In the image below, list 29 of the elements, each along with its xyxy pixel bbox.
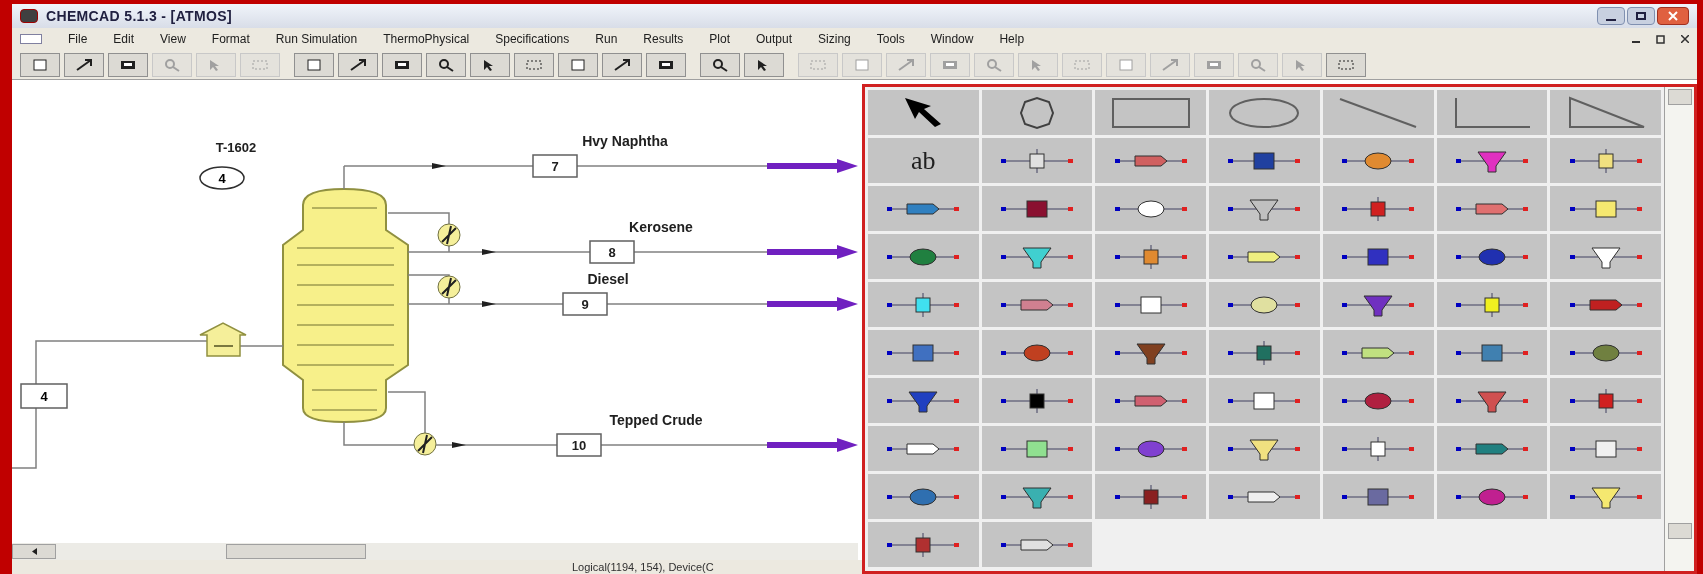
- menu-item[interactable]: View: [160, 30, 186, 48]
- menu-item[interactable]: Window: [930, 30, 974, 48]
- menu-item[interactable]: File: [68, 30, 88, 48]
- menu-item[interactable]: Plot: [709, 30, 730, 48]
- menu-item[interactable]: Run Simulation: [275, 30, 358, 48]
- menu-item[interactable]: Results: [643, 30, 684, 48]
- menu-item[interactable]: ThermoPhysical: [383, 30, 470, 48]
- stream-label: Tepped Crude: [609, 412, 703, 428]
- stream-number-tag: 9: [562, 292, 608, 316]
- palette-tool-button[interactable]: ab: [868, 138, 979, 183]
- status-text: Logical(1194, 154), Device(C: [572, 561, 714, 573]
- unit-number-tag: 4: [199, 166, 245, 190]
- menu-item[interactable]: Format: [211, 30, 250, 48]
- stream-number-tag: 7: [532, 154, 578, 178]
- unit-name: T-1602: [215, 140, 257, 155]
- menu-item[interactable]: Sizing: [818, 30, 851, 48]
- stream-label: Diesel: [587, 271, 629, 287]
- stream-number-tag: 8: [589, 240, 635, 264]
- menu-item[interactable]: Run: [595, 30, 618, 48]
- stream-number-tag: 4: [20, 383, 68, 409]
- menu-item[interactable]: Edit: [113, 30, 135, 48]
- menu-item[interactable]: Tools: [876, 30, 905, 48]
- window-title: CHEMCAD 5.1.3 - [ATMOS]: [46, 6, 232, 26]
- menu-item[interactable]: Help: [999, 30, 1025, 48]
- stream-label: Hvy Naphtha: [582, 133, 668, 149]
- menu-item[interactable]: Output: [756, 30, 793, 48]
- stream-number-tag: 10: [556, 433, 602, 457]
- stream-label: Kerosene: [629, 219, 693, 235]
- menu-item[interactable]: Specifications: [495, 30, 570, 48]
